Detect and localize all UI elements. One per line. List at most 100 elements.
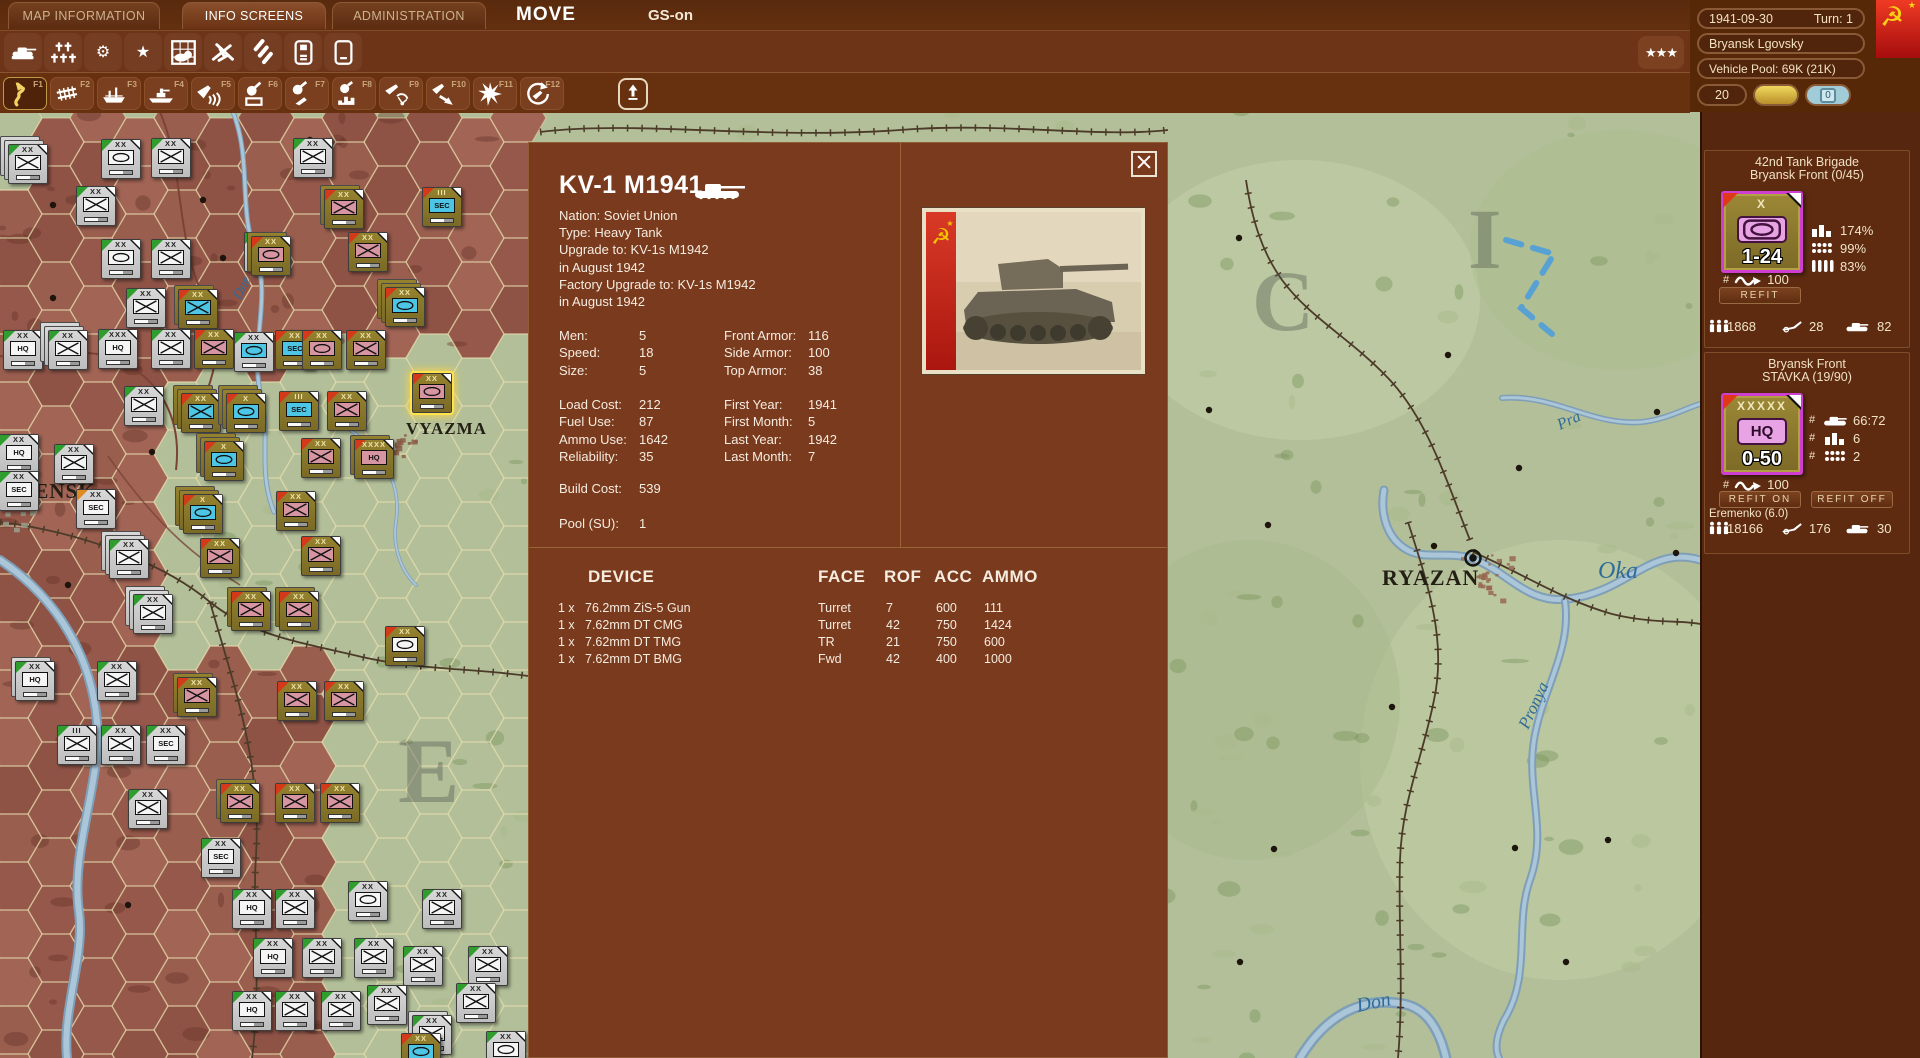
soviet-unit-counter[interactable]: XX — [456, 983, 494, 1021]
soviet-unit-counter[interactable]: XX — [133, 594, 171, 632]
soviet-unit-counter[interactable]: XX — [101, 139, 139, 177]
german-unit-counter[interactable]: XX — [276, 491, 314, 529]
weather-map-button[interactable] — [164, 33, 202, 71]
german-unit-counter[interactable]: XX — [194, 329, 232, 367]
soviet-unit-counter[interactable]: XX — [293, 138, 331, 176]
german-unit-counter[interactable]: IIISEC — [279, 391, 317, 429]
close-button[interactable] — [1131, 151, 1157, 177]
german-unit-counter[interactable]: XX — [327, 391, 365, 429]
soviet-unit-counter[interactable]: XX — [151, 329, 189, 367]
soviet-unit-counter[interactable]: XX — [124, 386, 162, 424]
soviet-unit-counter[interactable]: XX — [422, 889, 460, 927]
fkey-button-f6[interactable]: F6 — [238, 77, 282, 110]
german-unit-counter[interactable]: XX — [177, 677, 215, 715]
soviet-unit-counter[interactable]: XXHQ — [253, 938, 291, 976]
ground-conditions-button[interactable] — [1753, 84, 1799, 106]
level-up-button[interactable] — [618, 78, 648, 110]
soviet-unit-counter[interactable]: XX — [109, 539, 147, 577]
german-unit-counter[interactable]: XX — [275, 783, 313, 821]
german-unit-counter[interactable]: XX — [346, 330, 384, 368]
soviet-unit-counter[interactable]: XX — [126, 288, 164, 326]
soviet-unit-counter[interactable]: XXSEC — [146, 725, 184, 763]
german-unit-counter[interactable]: X — [183, 494, 221, 532]
german-unit-counter[interactable]: XX — [301, 438, 339, 476]
soviet-unit-counter[interactable]: XX — [101, 725, 139, 763]
soviet-unit-counter[interactable]: XXXHQ — [98, 329, 136, 367]
soviet-unit-counter[interactable]: XX — [367, 985, 405, 1023]
german-unit-counter[interactable]: XX — [412, 373, 450, 411]
soviet-unit-counter[interactable]: XXSEC — [76, 489, 114, 527]
german-unit-counter[interactable]: XX — [279, 591, 317, 629]
german-unit-counter[interactable]: XX — [324, 681, 362, 719]
german-unit-counter[interactable]: XX — [231, 591, 269, 629]
soviet-unit-counter[interactable]: XX — [321, 991, 359, 1029]
soviet-unit-counter[interactable]: XXHQ — [0, 434, 37, 472]
soviet-unit-counter[interactable]: XXHQ — [15, 661, 53, 699]
soviet-unit-counter[interactable]: XX — [468, 946, 506, 984]
german-unit-counter[interactable]: XX — [178, 289, 216, 327]
soviet-unit-counter[interactable]: III — [57, 725, 95, 763]
soviet-unit-counter[interactable]: XX — [101, 239, 139, 277]
german-unit-counter[interactable]: XXXXHQ — [354, 439, 392, 477]
german-unit-counter[interactable]: XX — [320, 783, 358, 821]
fkey-button-f10[interactable]: F10 — [426, 77, 470, 110]
tab-map-information[interactable]: MAP INFORMATION — [8, 2, 160, 29]
german-unit-counter[interactable]: X — [204, 441, 242, 479]
german-unit-counter[interactable]: XX — [277, 681, 315, 719]
tab-info-screens[interactable]: INFO SCREENS — [182, 2, 326, 29]
german-unit-counter[interactable]: XX — [385, 287, 423, 325]
german-unit-counter[interactable]: XX — [385, 626, 423, 664]
depot-button[interactable] — [284, 33, 322, 71]
soviet-unit-counter[interactable]: XX — [54, 444, 92, 482]
fkey-button-f11[interactable]: F11 — [473, 77, 517, 110]
soviet-unit-counter[interactable]: XX — [403, 946, 441, 984]
fkey-button-f9[interactable]: F9 — [379, 77, 423, 110]
aircraft-button[interactable] — [204, 33, 242, 71]
soviet-unit-counter[interactable]: XX — [302, 938, 340, 976]
fkey-button-f2[interactable]: F2 — [50, 77, 94, 110]
fkey-button-f12[interactable]: F12 — [520, 77, 564, 110]
fkey-button-f8[interactable]: F8 — [332, 77, 376, 110]
gear-button[interactable]: ⚙ — [84, 33, 122, 71]
soviet-unit-counter[interactable]: XX — [8, 144, 46, 182]
refit-button[interactable]: REFIT OFF — [1811, 491, 1893, 508]
container-button[interactable] — [324, 33, 362, 71]
german-unit-counter[interactable]: XX — [251, 236, 289, 274]
soviet-unit-counter[interactable]: XX — [48, 330, 86, 368]
soviet-unit-counter[interactable]: XX — [234, 332, 272, 370]
soviet-unit-counter[interactable]: XX — [151, 138, 189, 176]
soviet-unit-counter[interactable]: XX — [486, 1031, 524, 1058]
zoom-level-field[interactable]: 20 — [1697, 84, 1747, 106]
gs-toggle-label[interactable]: GS-on — [648, 7, 693, 24]
unit-counter-42nd-tank-brigade[interactable]: X 1-24 — [1721, 191, 1803, 273]
german-unit-counter[interactable]: XX — [301, 536, 339, 574]
frozen-status-button[interactable]: 0 — [1805, 84, 1851, 106]
tab-administration[interactable]: ADMINISTRATION — [332, 2, 486, 29]
fkey-button-f4[interactable]: F4 — [144, 77, 188, 110]
unit-counter-bryansk-front-hq[interactable]: XXXXX HQ 0-50 — [1721, 393, 1803, 475]
soviet-unit-counter[interactable]: XX — [151, 239, 189, 277]
units-button[interactable] — [44, 33, 82, 71]
german-unit-counter[interactable]: XX — [302, 330, 340, 368]
german-unit-counter[interactable]: XX — [401, 1033, 439, 1058]
soviet-unit-counter[interactable]: XXHQ — [3, 330, 41, 368]
tank-button[interactable] — [4, 33, 42, 71]
german-unit-counter[interactable]: XX — [200, 538, 238, 576]
soviet-unit-counter[interactable]: XX — [348, 881, 386, 919]
soviet-unit-counter[interactable]: XX — [275, 991, 313, 1029]
german-unit-counter[interactable]: XX — [220, 783, 258, 821]
fkey-button-f3[interactable]: F3 — [97, 77, 141, 110]
star-button[interactable]: ★ — [124, 33, 162, 71]
soviet-unit-counter[interactable]: XXSEC — [0, 471, 37, 509]
rockets-button[interactable] — [244, 33, 282, 71]
soviet-unit-counter[interactable]: XXHQ — [232, 991, 270, 1029]
soviet-unit-counter[interactable]: XXSEC — [201, 838, 239, 876]
refit-button[interactable]: REFIT — [1719, 287, 1801, 304]
soviet-unit-counter[interactable]: XX — [97, 661, 135, 699]
refit-button[interactable]: REFIT ON — [1719, 491, 1801, 508]
fkey-button-f1[interactable]: F1 — [3, 77, 47, 110]
soviet-unit-counter[interactable]: XX — [128, 789, 166, 827]
fkey-button-f5[interactable]: F5 — [191, 77, 235, 110]
german-unit-counter[interactable]: IIISEC — [422, 187, 460, 225]
german-unit-counter[interactable]: XX — [181, 393, 219, 431]
